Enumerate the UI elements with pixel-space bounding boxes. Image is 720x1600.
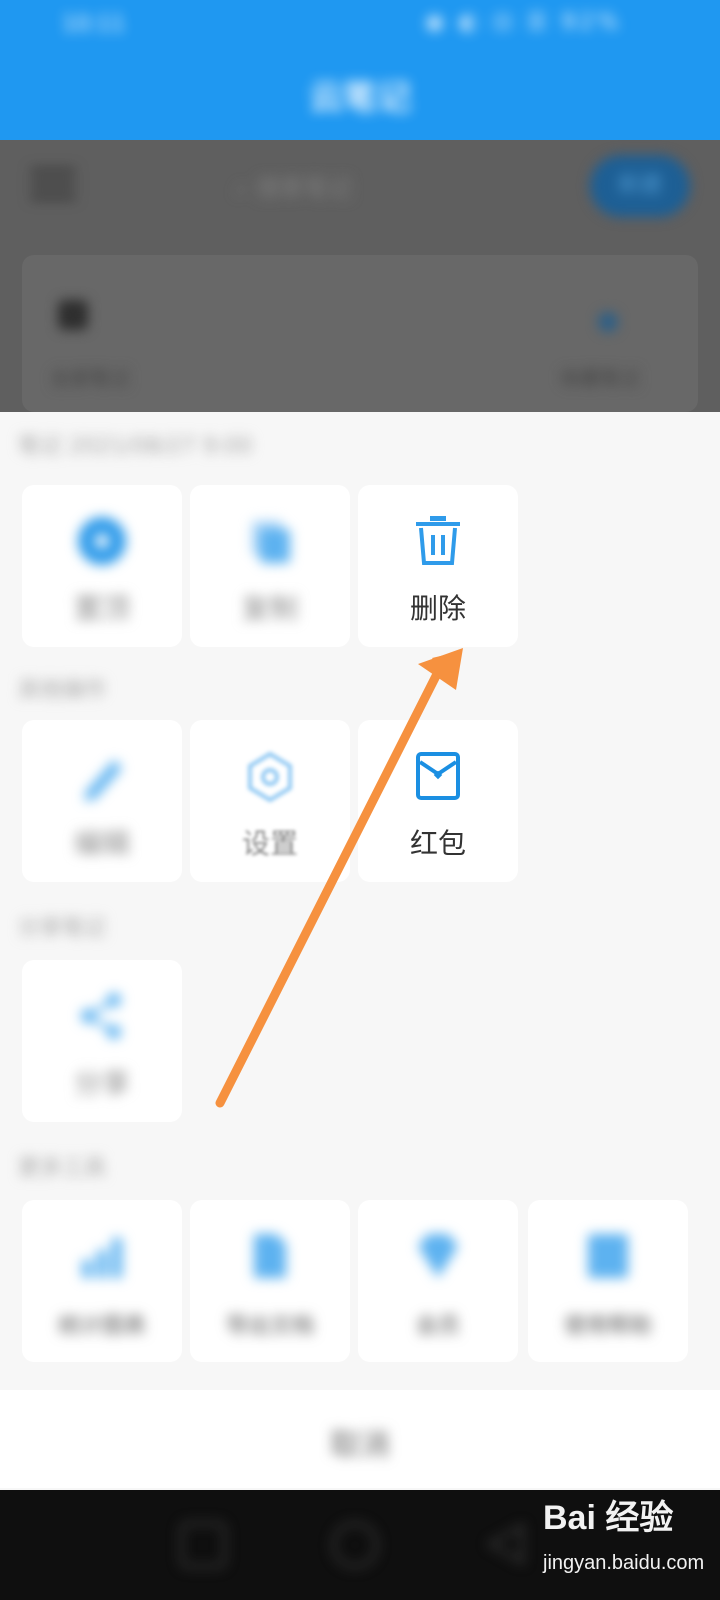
baidu-watermark: Bai 经验 jingyan.baidu.com [543,1490,713,1590]
watermark-brand: Bai 经验 [543,1499,674,1537]
watermark-site: jingyan.baidu.com [543,1552,705,1574]
annotation-arrow [215,648,463,1108]
